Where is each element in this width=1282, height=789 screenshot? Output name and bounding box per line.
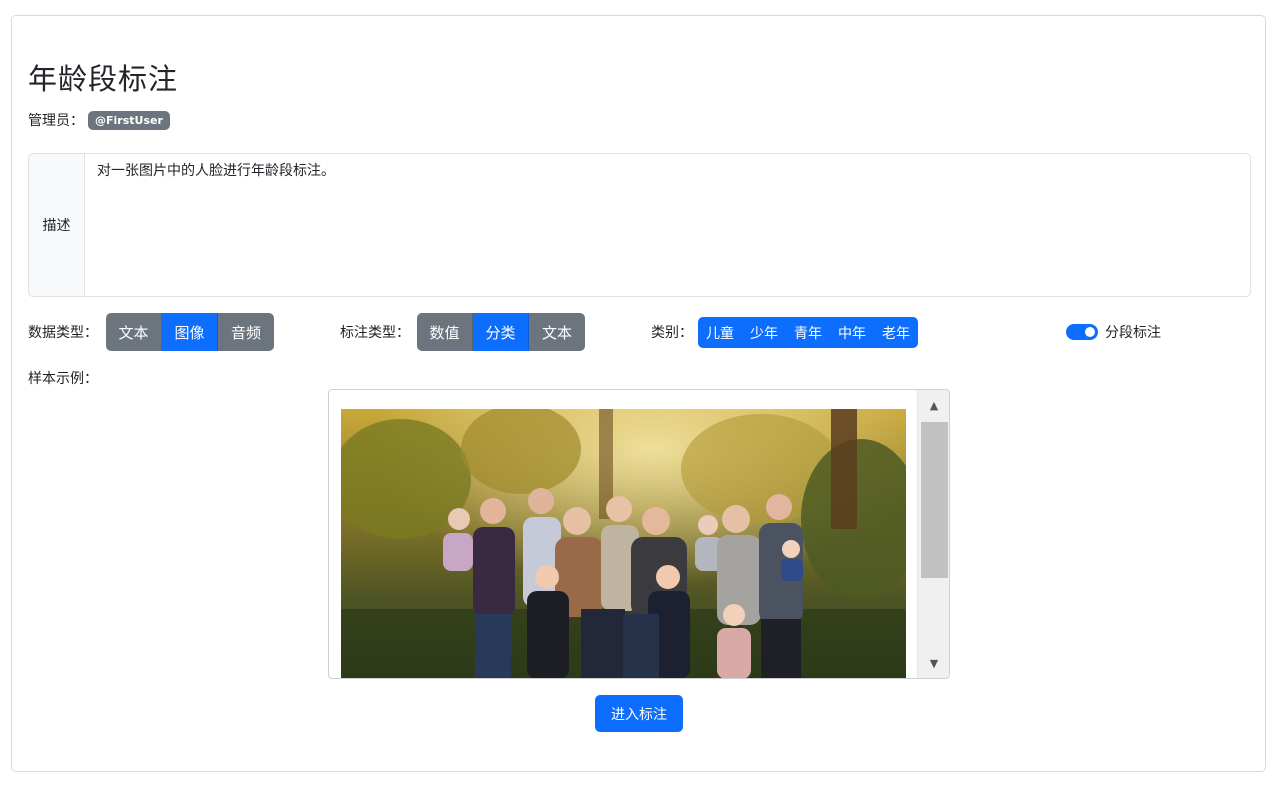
admin-row: 管理员： @FirstUser bbox=[28, 109, 170, 131]
segment-toggle-label: 分段标注 bbox=[1105, 325, 1161, 341]
page-title: 年龄段标注 bbox=[28, 62, 179, 96]
sample-photo bbox=[341, 409, 906, 678]
categories-label: 类别： bbox=[651, 325, 693, 341]
annotation-type-label: 标注类型： bbox=[340, 325, 410, 341]
category-child[interactable]: 儿童 bbox=[698, 317, 742, 348]
controls-row: 数据类型： 文本 图像 音频 标注类型： 数值 分类 文本 类别： 儿童 少年 … bbox=[28, 313, 1251, 351]
category-teen[interactable]: 少年 bbox=[742, 317, 786, 348]
category-middle-aged[interactable]: 中年 bbox=[830, 317, 874, 348]
sample-scrollbar[interactable]: ▲ ▼ bbox=[917, 390, 949, 678]
annotation-type-group: 数值 分类 文本 bbox=[417, 313, 585, 351]
segment-toggle-wrap[interactable]: 分段标注 bbox=[1066, 322, 1161, 342]
categories-group: 儿童 少年 青年 中年 老年 bbox=[698, 317, 918, 348]
annotation-type-option-class[interactable]: 分类 bbox=[473, 313, 529, 351]
data-type-group: 文本 图像 音频 bbox=[106, 313, 274, 351]
description-label: 描述 bbox=[29, 154, 85, 296]
admin-label: 管理员： bbox=[28, 113, 84, 129]
sample-frame[interactable]: ▲ ▼ bbox=[328, 389, 950, 679]
scroll-down-icon[interactable]: ▼ bbox=[918, 653, 949, 673]
annotation-type-option-number[interactable]: 数值 bbox=[417, 313, 473, 351]
data-type-option-text[interactable]: 文本 bbox=[106, 313, 162, 351]
sample-label: 样本示例： bbox=[28, 371, 98, 387]
data-type-label: 数据类型： bbox=[28, 325, 98, 341]
toggle-knob bbox=[1085, 327, 1095, 337]
admin-user-badge: @FirstUser bbox=[88, 110, 170, 130]
category-elderly[interactable]: 老年 bbox=[874, 317, 918, 348]
task-card: 年龄段标注 管理员： @FirstUser 描述 对一张图片中的人脸进行年龄段标… bbox=[11, 15, 1266, 772]
data-type-option-image[interactable]: 图像 bbox=[162, 313, 218, 351]
data-type-option-audio[interactable]: 音频 bbox=[218, 313, 274, 351]
scroll-up-icon[interactable]: ▲ bbox=[918, 395, 949, 415]
annotation-type-option-text[interactable]: 文本 bbox=[529, 313, 585, 351]
category-youth[interactable]: 青年 bbox=[786, 317, 830, 348]
description-box: 描述 对一张图片中的人脸进行年龄段标注。 bbox=[28, 153, 1251, 297]
scroll-thumb[interactable] bbox=[921, 422, 948, 578]
description-text: 对一张图片中的人脸进行年龄段标注。 bbox=[97, 163, 335, 179]
segment-toggle-switch[interactable] bbox=[1066, 324, 1098, 340]
enter-annotation-button[interactable]: 进入标注 bbox=[595, 695, 683, 732]
